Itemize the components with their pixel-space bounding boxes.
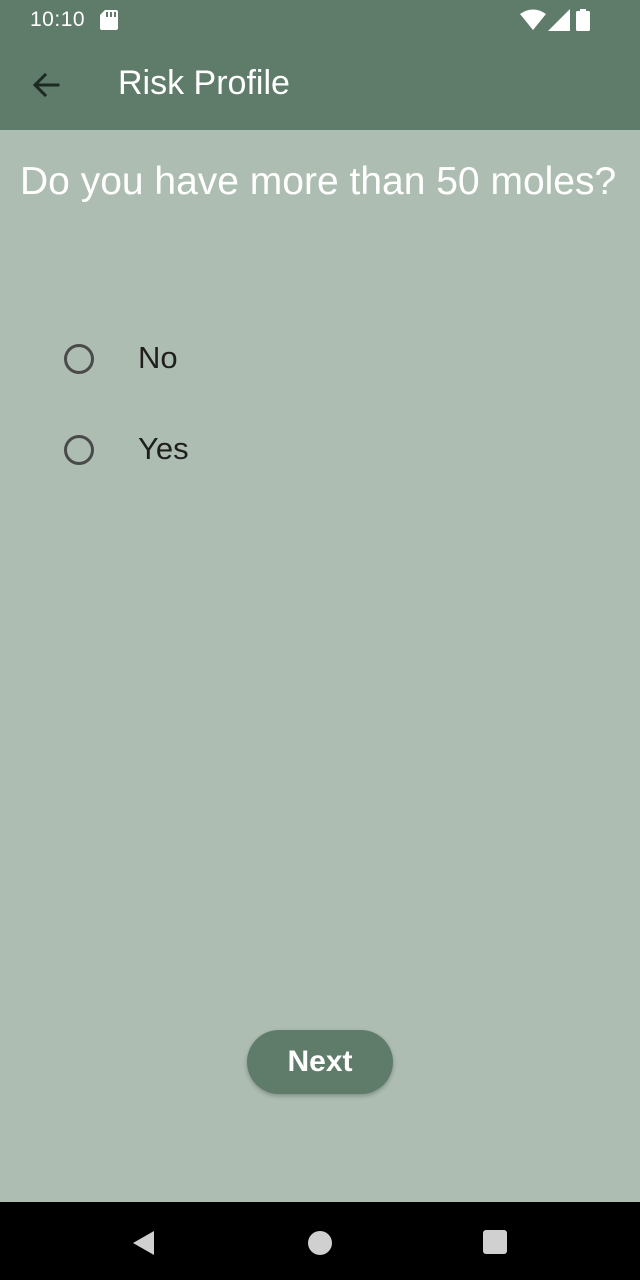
option-label: No (138, 340, 178, 375)
system-nav-bar (0, 1202, 640, 1280)
radio-button-icon[interactable] (64, 344, 94, 374)
option-no[interactable]: No (40, 316, 600, 396)
question-screen: Do you have more than 50 moles? No Yes N… (0, 130, 640, 1202)
nav-recents-icon[interactable] (483, 1230, 507, 1254)
arrow-back-icon (32, 72, 60, 98)
back-button[interactable] (22, 61, 70, 109)
cell-signal-icon (548, 9, 570, 31)
next-button[interactable]: Next (247, 1030, 393, 1094)
battery-icon (576, 9, 590, 31)
page-title: Risk Profile (118, 64, 290, 102)
app-bar: Risk Profile (0, 40, 640, 130)
nav-back-icon[interactable] (130, 1229, 158, 1257)
nav-home-icon[interactable] (308, 1231, 332, 1255)
question-text: Do you have more than 50 moles? (20, 160, 617, 203)
sd-card-icon (100, 10, 118, 30)
radio-button-icon[interactable] (64, 435, 94, 465)
option-label: Yes (138, 431, 189, 466)
status-bar: 10:10 (0, 0, 640, 40)
status-time: 10:10 (30, 8, 86, 31)
option-yes[interactable]: Yes (40, 407, 600, 487)
wifi-icon (520, 9, 546, 30)
